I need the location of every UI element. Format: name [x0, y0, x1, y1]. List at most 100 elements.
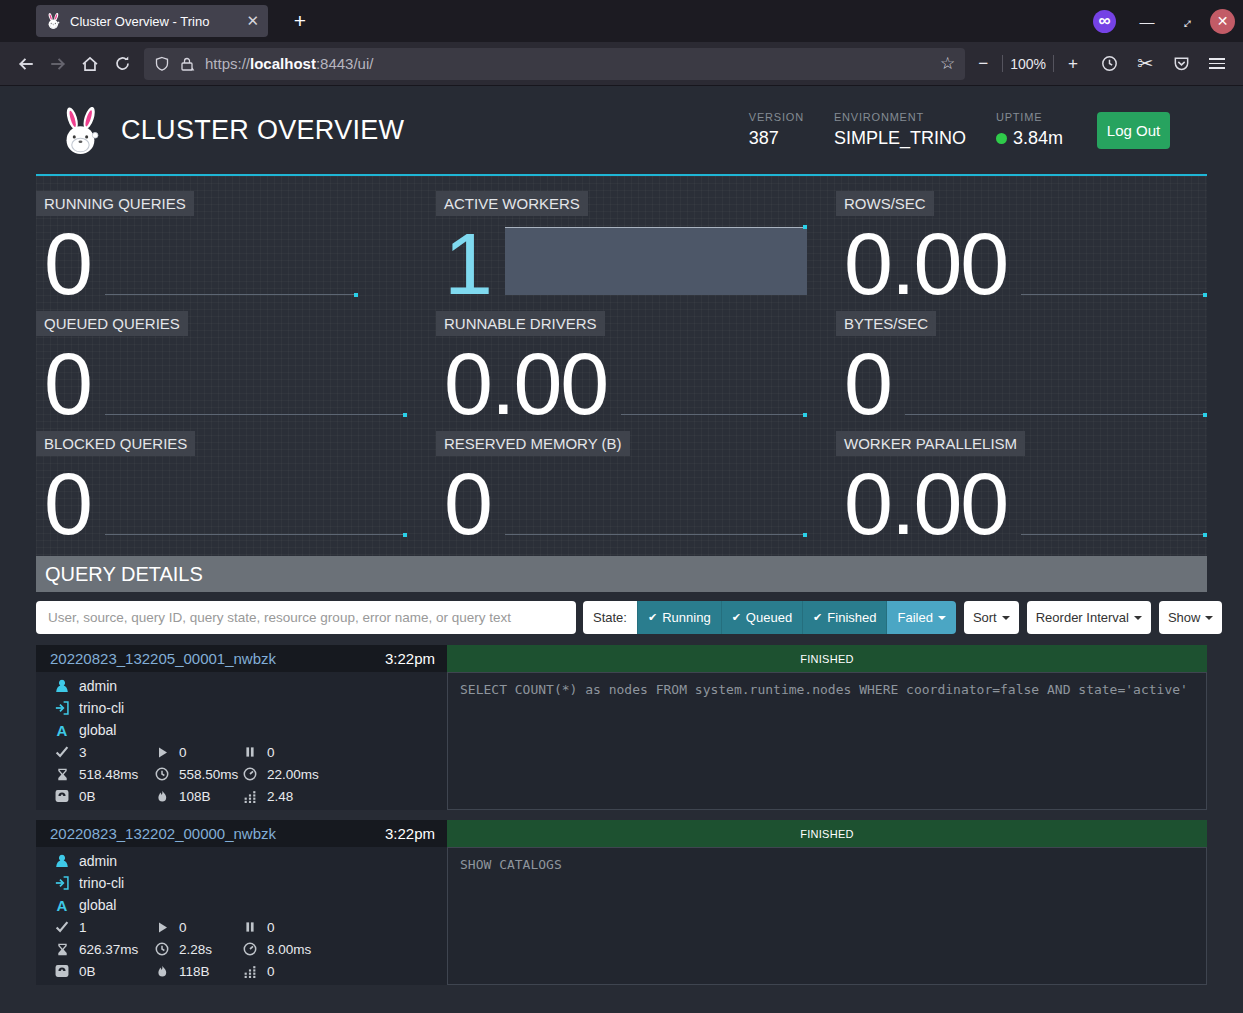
- zoom-in-button[interactable]: +: [1061, 54, 1085, 74]
- stat-sparkline: [905, 414, 1207, 415]
- cumulative-memory-icon: [154, 790, 170, 803]
- queued-splits-icon: [242, 746, 258, 758]
- zoom-out-button[interactable]: −: [971, 54, 995, 74]
- stat-sparkline: [1021, 534, 1207, 535]
- stat-value: 0.00: [444, 351, 607, 416]
- query-status-bar: FINISHED: [447, 645, 1207, 672]
- stat-value: 0.00: [844, 471, 1007, 536]
- completed-splits-icon: [54, 920, 70, 934]
- source-icon: [54, 876, 70, 890]
- window-minimize-button[interactable]: —: [1134, 13, 1160, 30]
- sparkline-endpoint-dot: [1203, 293, 1207, 297]
- sort-dropdown[interactable]: Sort: [964, 601, 1019, 634]
- stat-label: BLOCKED QUERIES: [36, 431, 195, 456]
- query-user: admin: [79, 678, 117, 694]
- stat-sparkline: [105, 534, 407, 535]
- query-resource-group: global: [79, 897, 116, 913]
- reorder-interval-dropdown[interactable]: Reorder Interval: [1027, 601, 1151, 634]
- sparkline-endpoint-dot: [403, 413, 407, 417]
- shield-icon[interactable]: [154, 56, 170, 72]
- stat-value: 0.00: [844, 231, 1007, 296]
- stat-tile-blocked-queries: BLOCKED QUERIES 0: [36, 426, 407, 546]
- stat-label: ACTIVE WORKERS: [436, 191, 588, 216]
- show-dropdown[interactable]: Show: [1159, 601, 1223, 634]
- logout-button[interactable]: Log Out: [1097, 112, 1170, 149]
- window-close-button[interactable]: ✕: [1210, 9, 1235, 34]
- browser-tab[interactable]: Cluster Overview - Trino ✕: [36, 5, 268, 37]
- stat-tile-reserved-memory-b-: RESERVED MEMORY (B)0: [436, 426, 807, 546]
- query-resource-group: global: [79, 722, 116, 738]
- stat-label: RUNNING QUERIES: [36, 191, 194, 216]
- cumulative-memory-icon: [154, 965, 170, 978]
- resource-group-icon: A: [54, 897, 70, 914]
- query-list: 20220823_132205_00001_nwbzk 3:22pm FINISHE…: [36, 645, 1207, 985]
- wall-time-icon: [54, 943, 70, 956]
- trino-cluster-overview-page: CLUSTER OVERVIEW VERSION 387 ENVIRONMENT…: [0, 86, 1243, 1013]
- stat-tile-running-queries: RUNNING QUERIES 0: [36, 186, 407, 306]
- zoom-level[interactable]: 100%: [1010, 56, 1046, 72]
- trino-logo: [58, 107, 104, 157]
- private-browsing-icon: ∞: [1093, 10, 1116, 33]
- queued-splits-icon: [242, 921, 258, 933]
- reload-button[interactable]: [106, 48, 138, 80]
- browser-navbar: https://localhost:8443/ui/ ☆ − 100% + ✂: [0, 42, 1243, 86]
- cpu-time-icon: [154, 942, 170, 956]
- stat-tile-rows-sec: ROWS/SEC0.00: [836, 186, 1207, 306]
- pocket-icon[interactable]: [1165, 48, 1197, 80]
- parallelism-icon: [242, 789, 258, 803]
- current-memory-icon: [54, 789, 70, 803]
- state-filter-failed[interactable]: Failed: [886, 601, 955, 634]
- completed-splits-icon: [54, 745, 70, 759]
- sparkline-endpoint-dot: [803, 533, 807, 537]
- query-status-bar: FINISHED: [447, 820, 1207, 847]
- check-icon: ✔: [813, 611, 822, 624]
- stat-sparkline: [505, 227, 807, 295]
- query-id-link[interactable]: 20220823_132202_00000_nwbzk: [50, 825, 276, 842]
- back-button[interactable]: [10, 48, 42, 80]
- cpu-time-icon: [154, 767, 170, 781]
- state-label: State:: [583, 601, 637, 634]
- history-clock-icon[interactable]: [1093, 48, 1125, 80]
- tab-close-icon[interactable]: ✕: [246, 12, 259, 30]
- stat-label: RUNNABLE DRIVERS: [436, 311, 605, 336]
- screenshot-scissors-icon[interactable]: ✂: [1129, 48, 1161, 80]
- sparkline-endpoint-dot: [1203, 413, 1207, 417]
- query-search-input[interactable]: [36, 601, 576, 634]
- stat-value: 0: [44, 471, 91, 536]
- tab-title: Cluster Overview - Trino: [70, 14, 240, 29]
- home-button[interactable]: [74, 48, 106, 80]
- query-details-header: QUERY DETAILS: [36, 556, 1207, 592]
- caret-down-icon: [1134, 616, 1142, 620]
- user-icon: [54, 854, 70, 868]
- query-time: 3:22pm: [385, 650, 435, 667]
- stat-sparkline: [105, 294, 358, 295]
- menu-hamburger-icon[interactable]: [1201, 48, 1233, 80]
- query-id-link[interactable]: 20220823_132205_00001_nwbzk: [50, 650, 276, 667]
- window-restore-button[interactable]: ↔: [1172, 13, 1198, 30]
- stat-tile-active-workers: ACTIVE WORKERS1: [436, 186, 807, 306]
- execution-time-icon: [242, 767, 258, 781]
- browser-titlebar: Cluster Overview - Trino ✕ + ∞ — ↔ ✕: [0, 0, 1243, 42]
- query-user: admin: [79, 853, 117, 869]
- new-tab-button[interactable]: +: [286, 7, 314, 35]
- state-filter-running[interactable]: ✔Running: [637, 601, 721, 634]
- execution-time-icon: [242, 942, 258, 956]
- sparkline-endpoint-dot: [354, 293, 358, 297]
- state-filter-queued[interactable]: ✔Queued: [721, 601, 802, 634]
- source-icon: [54, 701, 70, 715]
- uptime-status-dot: [996, 133, 1007, 144]
- url-text[interactable]: https://localhost:8443/ui/: [205, 55, 940, 72]
- sparkline-endpoint-dot: [803, 225, 807, 229]
- bookmark-star-icon[interactable]: ☆: [940, 53, 955, 74]
- url-bar[interactable]: https://localhost:8443/ui/ ☆: [144, 48, 965, 80]
- query-summary-panel: admintrino-cliAglobal300518.48ms558.50ms…: [36, 672, 447, 810]
- state-filter-group: State: ✔Running✔Queued✔FinishedFailed: [583, 601, 956, 634]
- stat-tile-queued-queries: QUEUED QUERIES0: [36, 306, 407, 426]
- current-memory-icon: [54, 964, 70, 978]
- stat-label: RESERVED MEMORY (B): [436, 431, 630, 456]
- lock-warning-icon[interactable]: [179, 56, 195, 72]
- uptime-meta: UPTIME 3.84m: [996, 111, 1063, 149]
- state-filter-finished[interactable]: ✔Finished: [802, 601, 886, 634]
- forward-button[interactable]: [42, 48, 74, 80]
- stat-value: 0: [44, 231, 91, 296]
